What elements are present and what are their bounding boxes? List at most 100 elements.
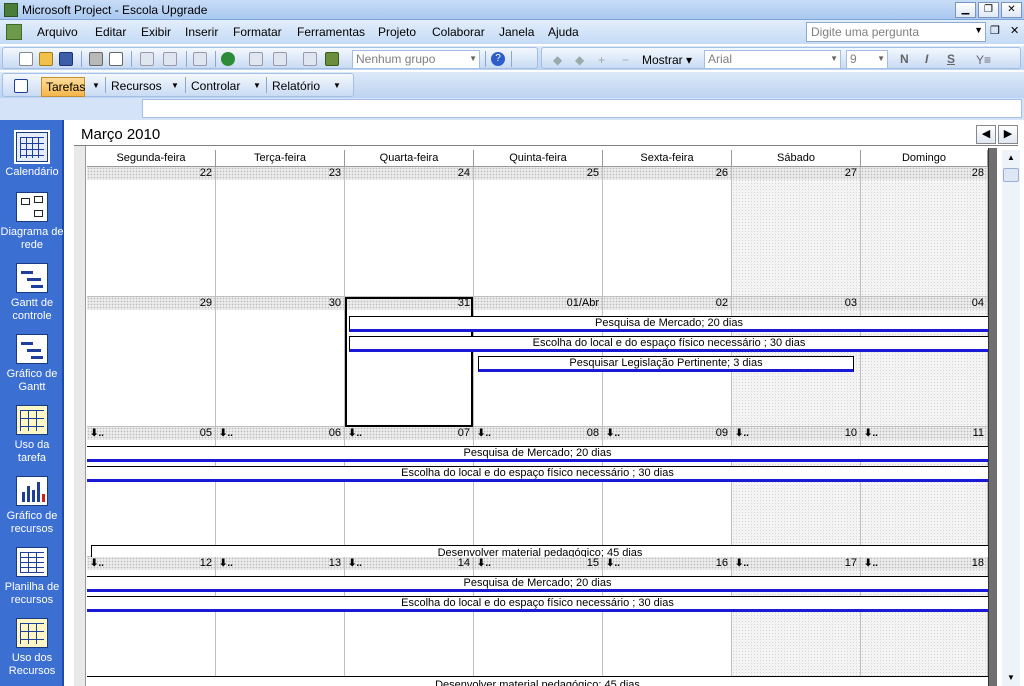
chevron-down-icon[interactable]: ▼ xyxy=(253,81,261,90)
chevron-down-icon[interactable]: ▼ xyxy=(171,81,179,90)
menu-ajuda[interactable]: Ajuda xyxy=(548,25,579,39)
new-icon[interactable] xyxy=(19,52,33,66)
menu-janela[interactable]: Janela xyxy=(499,25,534,39)
day-cell[interactable]: 24 xyxy=(345,167,474,297)
task-bar[interactable]: Pesquisa de Mercado; 20 dias xyxy=(87,446,988,462)
link-icon[interactable] xyxy=(249,52,263,66)
chevron-down-icon[interactable]: ▼ xyxy=(333,81,341,90)
arrow-down-icon[interactable]: ⬇.. xyxy=(606,427,620,440)
menu-ferramentas[interactable]: Ferramentas xyxy=(297,25,365,39)
maximize-button[interactable]: ❐ xyxy=(978,2,999,18)
scroll-up-icon[interactable]: ▲ xyxy=(1003,151,1019,165)
guide-relatorio-button[interactable]: Relatório xyxy=(272,79,320,93)
day-cell[interactable]: 27 xyxy=(732,167,861,297)
menu-arquivo[interactable]: Arquivo xyxy=(37,25,78,39)
scroll-thumb[interactable] xyxy=(1003,168,1019,182)
arrow-down-icon[interactable]: ⬇.. xyxy=(90,427,104,440)
minus-icon[interactable]: − xyxy=(622,53,629,67)
chevron-down-icon[interactable]: ▼ xyxy=(92,81,100,90)
task-bar[interactable]: Pesquisa de Mercado; 20 dias xyxy=(87,576,988,592)
arrow-down-icon[interactable]: ⬇.. xyxy=(606,557,620,570)
day-cell[interactable]: 23 xyxy=(216,167,345,297)
open-icon[interactable] xyxy=(39,52,53,66)
menu-projeto[interactable]: Projeto xyxy=(378,25,416,39)
task-bar[interactable]: Escolha do local e do espaço físico nece… xyxy=(349,336,988,352)
unlink-icon[interactable] xyxy=(273,52,287,66)
day-cell[interactable]: 25 xyxy=(474,167,603,297)
arrow-down-icon[interactable]: ⬇.. xyxy=(348,557,362,570)
arrow-down-icon[interactable]: ⬇.. xyxy=(219,557,233,570)
day-cell[interactable]: 29 xyxy=(87,297,216,427)
task-bar[interactable]: Desenvolver material pedagógico; 45 dias xyxy=(91,545,988,557)
arrow-down-icon[interactable]: ⬇.. xyxy=(864,427,878,440)
mostrar-button[interactable]: Mostrar ▾ xyxy=(642,53,692,67)
day-cell[interactable]: 28 xyxy=(861,167,988,297)
view-uso-recursos[interactable]: Uso dos Recursos xyxy=(0,618,64,678)
arrow-down-icon[interactable]: ⬇.. xyxy=(735,557,749,570)
document-icon[interactable] xyxy=(6,24,22,40)
guide-toggle-icon[interactable] xyxy=(14,79,28,93)
previous-month-button[interactable]: ◀ xyxy=(976,125,996,144)
task-bar[interactable]: Desenvolver material pedagógico; 45 dias xyxy=(87,676,988,686)
font-size-combo[interactable]: 9 ▼ xyxy=(846,50,888,69)
view-uso-tarefa[interactable]: Uso da tarefa xyxy=(0,405,64,465)
task-bar[interactable]: Escolha do local e do espaço físico nece… xyxy=(87,466,988,482)
save-icon[interactable] xyxy=(59,52,73,66)
guide-tarefas-button[interactable]: Tarefas xyxy=(41,77,85,97)
font-combo[interactable]: Arial ▼ xyxy=(704,50,841,69)
next-month-button[interactable]: ▶ xyxy=(998,125,1018,144)
arrow-left-icon[interactable]: ◆ xyxy=(553,53,562,67)
underline-button[interactable]: S xyxy=(947,52,955,66)
copy-icon[interactable] xyxy=(140,52,154,66)
view-planilha-recursos[interactable]: Planilha de recursos xyxy=(0,547,64,607)
view-calendario[interactable]: Calendário xyxy=(0,130,64,179)
menu-formatar[interactable]: Formatar xyxy=(233,25,282,39)
scroll-down-icon[interactable]: ▼ xyxy=(1003,671,1019,685)
plus-icon[interactable]: + xyxy=(598,53,605,67)
undo-icon[interactable] xyxy=(193,52,207,66)
close-doc-icon[interactable]: ✕ xyxy=(1010,24,1019,37)
day-cell[interactable]: 22 xyxy=(87,167,216,297)
vertical-scrollbar[interactable]: ▲ ▼ xyxy=(1002,150,1020,686)
assign-resources-icon[interactable] xyxy=(325,52,339,66)
paste-icon[interactable] xyxy=(163,52,177,66)
menu-exibir[interactable]: Exibir xyxy=(141,25,171,39)
task-bar[interactable]: Pesquisa de Mercado; 20 dias xyxy=(349,316,988,332)
bold-button[interactable]: N xyxy=(900,52,909,66)
help-icon[interactable]: ? xyxy=(491,52,505,66)
ask-question-input[interactable]: Digite uma pergunta ▼ xyxy=(806,22,986,42)
arrow-down-icon[interactable]: ⬇.. xyxy=(90,557,104,570)
arrow-down-icon[interactable]: ⬇.. xyxy=(219,427,233,440)
task-bar[interactable]: Pesquisar Legislação Pertinente; 3 dias xyxy=(478,356,854,372)
arrow-down-icon[interactable]: ⬇.. xyxy=(735,427,749,440)
view-grafico-recursos[interactable]: Gráfico de recursos xyxy=(0,476,64,536)
chevron-down-icon[interactable]: ▼ xyxy=(974,25,983,35)
filter-icon[interactable]: Y≡ xyxy=(976,53,991,67)
group-combo[interactable]: Nenhum grupo ▼ xyxy=(352,50,480,69)
guide-controlar-button[interactable]: Controlar xyxy=(191,79,240,93)
menu-colaborar[interactable]: Colaborar xyxy=(432,25,485,39)
guide-recursos-button[interactable]: Recursos xyxy=(111,79,162,93)
arrow-down-icon[interactable]: ⬇.. xyxy=(864,557,878,570)
restore-doc-icon[interactable]: ❐ xyxy=(990,24,1000,37)
task-info-icon[interactable] xyxy=(303,52,317,66)
italic-button[interactable]: I xyxy=(925,52,928,66)
minimize-button[interactable]: ▁ xyxy=(955,2,976,18)
view-grafico-gantt[interactable]: Gráfico de Gantt xyxy=(0,334,64,394)
globe-icon[interactable] xyxy=(221,52,235,66)
day-cell[interactable]: 30 xyxy=(216,297,345,427)
arrow-down-icon[interactable]: ⬇.. xyxy=(348,427,362,440)
menu-inserir[interactable]: Inserir xyxy=(185,25,218,39)
print-preview-icon[interactable] xyxy=(109,52,123,66)
print-icon[interactable] xyxy=(89,52,103,66)
view-diagrama-rede[interactable]: Diagrama de rede xyxy=(0,192,64,252)
menu-editar[interactable]: Editar xyxy=(95,25,126,39)
day-cell[interactable]: 26 xyxy=(603,167,732,297)
entry-input[interactable] xyxy=(142,99,1022,118)
view-gantt-controle[interactable]: Gantt de controle xyxy=(0,263,64,323)
arrow-down-icon[interactable]: ⬇.. xyxy=(477,427,491,440)
close-button[interactable]: ✕ xyxy=(1001,2,1022,18)
arrow-down-icon[interactable]: ⬇.. xyxy=(477,557,491,570)
task-bar[interactable]: Escolha do local e do espaço físico nece… xyxy=(87,596,988,612)
arrow-right-icon[interactable]: ◆ xyxy=(575,53,584,67)
